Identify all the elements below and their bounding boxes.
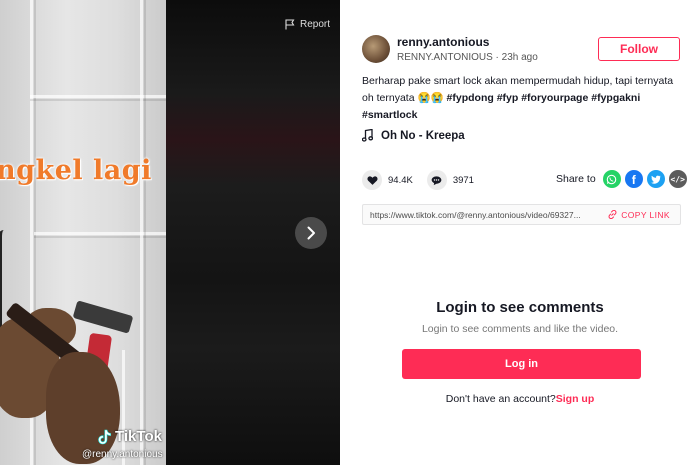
door-molding [140,0,143,465]
share-bar: Share to f </> [556,170,687,188]
next-video-button[interactable] [295,217,327,249]
tiktok-watermark: TikTok [98,428,162,445]
video-frame[interactable]: ngkel lagi TikTok @renny.antonious [0,0,166,465]
door-molding-shadow [34,236,166,238]
report-label: Report [300,19,331,30]
flag-icon [285,19,295,30]
comment-icon [431,175,442,185]
twitter-bird-icon [650,175,661,184]
tiktok-watermark-text: TikTok [115,428,162,445]
whatsapp-icon [606,174,617,184]
facebook-share-button[interactable]: f [624,170,643,188]
music-link[interactable]: Oh No - Kreepa [362,129,465,142]
facebook-icon: f [631,173,636,187]
tiktok-logo-icon [98,429,111,444]
hand [46,352,120,464]
video-caption: Berharap pake smart lock akan mempermuda… [362,73,682,124]
video-url[interactable]: https://www.tiktok.com/@renny.antonious/… [370,210,600,220]
author-info[interactable]: renny.antonious RENNY.ANTONIOUS · 23h ag… [362,35,538,63]
copy-link-button[interactable]: COPY LINK [608,210,670,220]
like-button[interactable] [362,170,382,190]
signup-prompt: Don't have an account?Sign up [340,393,700,405]
chevron-right-icon [307,226,315,240]
login-button[interactable]: Log in [402,349,641,379]
music-note-icon [362,129,373,142]
avatar[interactable] [362,35,390,63]
music-title: Oh No - Kreepa [381,129,465,142]
share-label: Share to [556,173,596,185]
login-title: Login to see comments [436,299,604,316]
heart-icon [366,175,378,185]
video-info-panel: renny.antonious RENNY.ANTONIOUS · 23h ag… [340,0,700,465]
door-molding [122,350,125,465]
embed-share-button[interactable]: </> [668,170,687,188]
hashtag-link[interactable]: #fyp [497,92,519,104]
video-player[interactable]: ngkel lagi TikTok @renny.antonious Repor… [0,0,340,465]
no-account-text: Don't have an account? [445,393,556,405]
door-molding-shadow [144,0,146,465]
hammer-head [72,300,134,334]
whatsapp-share-button[interactable] [602,170,621,188]
link-icon [608,210,617,219]
hashtag-link[interactable]: #fypgakni [591,92,640,104]
comment-count: 3971 [452,174,474,186]
hashtag-link[interactable]: #fypdong [447,92,494,104]
comment-button[interactable] [426,170,447,190]
video-link-box[interactable]: https://www.tiktok.com/@renny.antonious/… [362,204,681,225]
report-button[interactable]: Report [285,19,330,30]
hashtag-link[interactable]: #smartlock [362,109,417,121]
copy-link-label: COPY LINK [621,209,670,220]
follow-button[interactable]: Follow [598,37,680,61]
watermark-handle: @renny.antonious [82,449,163,460]
signup-link[interactable]: Sign up [556,393,595,405]
twitter-share-button[interactable] [646,170,665,188]
hashtag-link[interactable]: #foryourpage [521,92,588,104]
login-subtitle: Login to see comments and like the video… [421,323,619,335]
video-overlay-caption: ngkel lagi [0,155,152,186]
author-text: renny.antonious RENNY.ANTONIOUS · 23h ag… [397,35,538,63]
like-count: 94.4K [388,174,413,186]
post-time: 23h ago [501,52,538,63]
engagement-stats: 94.4K 3971 [362,170,488,190]
code-embed-icon: </> [670,174,685,184]
author-separator: · [492,52,502,63]
author-nickname: RENNY.ANTONIOUS [397,52,493,63]
author-subline: RENNY.ANTONIOUS · 23h ago [397,52,538,63]
door-molding [34,232,166,235]
author-username[interactable]: renny.antonious [397,35,538,49]
